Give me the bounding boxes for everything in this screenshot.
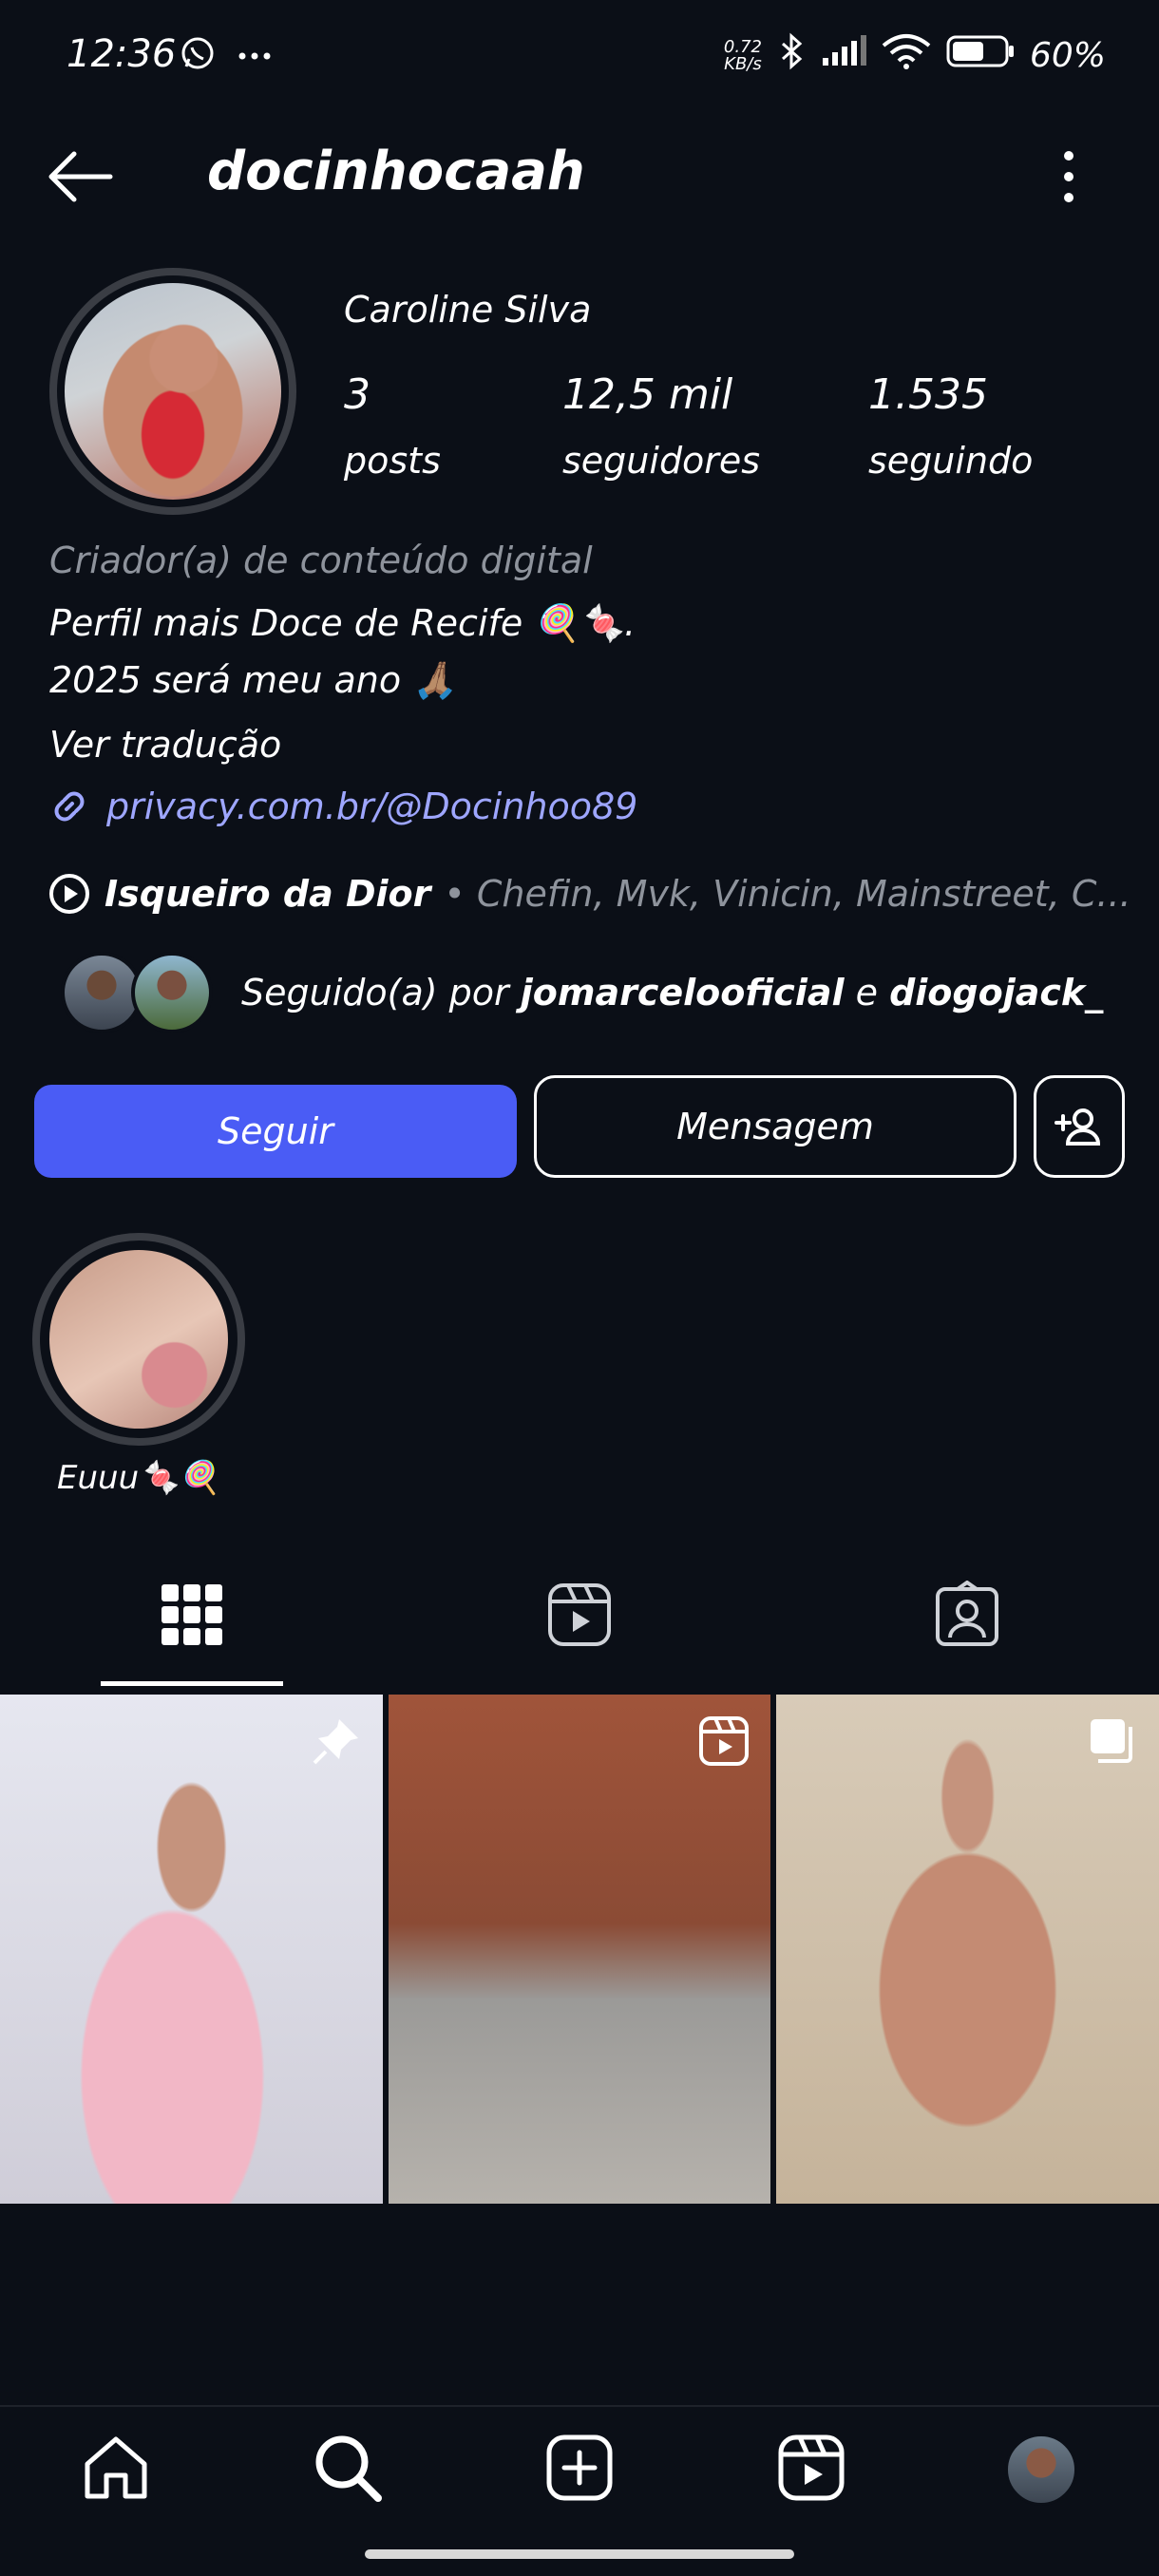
profile-username: docinhocaah (207, 141, 585, 202)
battery-icon (946, 34, 1015, 77)
posts-grid (0, 1695, 1159, 2204)
net-speed: 0.72 KB/s (723, 36, 762, 74)
followed-by-prefix: Seguido(a) por (241, 972, 521, 1013)
suggest-accounts-button[interactable] (1034, 1075, 1125, 1178)
tab-tagged[interactable] (933, 1580, 1001, 1649)
bottom-nav-divider (0, 2405, 1159, 2407)
home-indicator[interactable] (365, 2549, 794, 2559)
more-options-button[interactable] (1045, 142, 1092, 211)
back-arrow-icon (48, 151, 113, 202)
mutual-avatar-2 (131, 952, 213, 1033)
highlight-label: Euuu🍬🍭 (57, 1459, 219, 1497)
grid-post-2[interactable] (388, 1695, 771, 2204)
pin-icon (313, 1719, 358, 1765)
followed-by-avatars (61, 950, 213, 1035)
message-button[interactable]: Mensagem (534, 1075, 1016, 1178)
reels-nav-icon (778, 2434, 845, 2501)
bio-line-1: Perfil mais Doce de Recife 🍭🍬. (49, 602, 636, 644)
nav-home[interactable] (80, 2432, 152, 2504)
music-artists: • Chefin, Mvk, Vinicin, Mainstreet, C... (444, 873, 1131, 915)
followed-by-conj: e (844, 972, 890, 1013)
carousel-icon (1091, 1719, 1133, 1763)
create-icon (546, 2434, 613, 2501)
search-icon (315, 2435, 382, 2502)
followed-by-text: Seguido(a) por jomarcelooficial e diogoj… (241, 972, 1103, 1013)
net-speed-unit: KB/s (724, 53, 762, 74)
posts-label: posts (344, 440, 441, 482)
bluetooth-icon (777, 32, 806, 79)
reels-icon (548, 1583, 611, 1646)
wifi-icon (882, 32, 931, 79)
follow-button[interactable]: Seguir (34, 1085, 517, 1178)
story-highlight[interactable] (32, 1233, 245, 1446)
status-left-icons (179, 34, 272, 76)
status-time: 12:36 (66, 32, 177, 76)
battery-percent: 60% (1029, 36, 1106, 75)
profile-category: Criador(a) de conteúdo digital (49, 540, 593, 581)
link-icon (54, 791, 85, 822)
grid-post-1[interactable] (0, 1695, 383, 2204)
followers-stat[interactable]: 12,5 mil seguidores (562, 370, 760, 482)
nav-profile-avatar[interactable] (1005, 2434, 1077, 2506)
more-dots-icon (238, 47, 272, 65)
profile-full-name: Caroline Silva (344, 289, 592, 331)
see-translation-link[interactable]: Ver tradução (49, 724, 281, 766)
reel-badge-icon (699, 1716, 750, 1766)
add-person-icon (1054, 1108, 1101, 1146)
following-stat[interactable]: 1.535 seguindo (868, 370, 1033, 482)
active-tab-indicator (101, 1681, 283, 1686)
profile-link[interactable]: privacy.com.br/@Docinhoo89 (48, 785, 637, 828)
vertical-dots-icon (1064, 151, 1074, 202)
back-button[interactable] (46, 148, 114, 205)
tagged-person-icon (936, 1580, 998, 1646)
posts-count: 3 (344, 370, 370, 419)
home-icon (85, 2436, 147, 2499)
bio-line-2: 2025 será meu ano 🙏🏽 (49, 659, 458, 701)
music-title: Isqueiro da Dior (104, 873, 431, 915)
followers-count: 12,5 mil (562, 370, 733, 419)
avatar-image (65, 283, 281, 500)
following-count: 1.535 (868, 370, 988, 419)
highlight-cover (49, 1250, 228, 1429)
nav-search[interactable] (312, 2432, 384, 2504)
nav-create[interactable] (543, 2432, 616, 2504)
tab-reels[interactable] (545, 1581, 614, 1649)
following-label: seguindo (868, 440, 1034, 482)
nav-reels[interactable] (775, 2432, 847, 2504)
signal-icon (821, 35, 866, 76)
profile-link-text: privacy.com.br/@Docinhoo89 (106, 786, 638, 827)
posts-stat[interactable]: 3 posts (344, 370, 441, 482)
profile-music[interactable]: Isqueiro da Dior • Chefin, Mvk, Vinicin,… (48, 872, 1131, 916)
followed-by-user-2: diogojack_ (889, 972, 1104, 1013)
followers-label: seguidores (562, 440, 761, 482)
grid-icon (162, 1584, 222, 1645)
net-speed-value: 0.72 (723, 36, 762, 57)
whatsapp-icon (179, 34, 217, 76)
profile-avatar[interactable] (49, 268, 296, 515)
grid-post-3[interactable] (776, 1695, 1159, 2204)
tab-posts-grid[interactable] (158, 1581, 226, 1649)
followed-by-user-1: jomarcelooficial (520, 972, 845, 1013)
play-circle-icon (49, 874, 89, 914)
followed-by[interactable]: Seguido(a) por jomarcelooficial e diogoj… (61, 950, 1103, 1035)
status-right: 0.72 KB/s 60% (724, 32, 1106, 79)
